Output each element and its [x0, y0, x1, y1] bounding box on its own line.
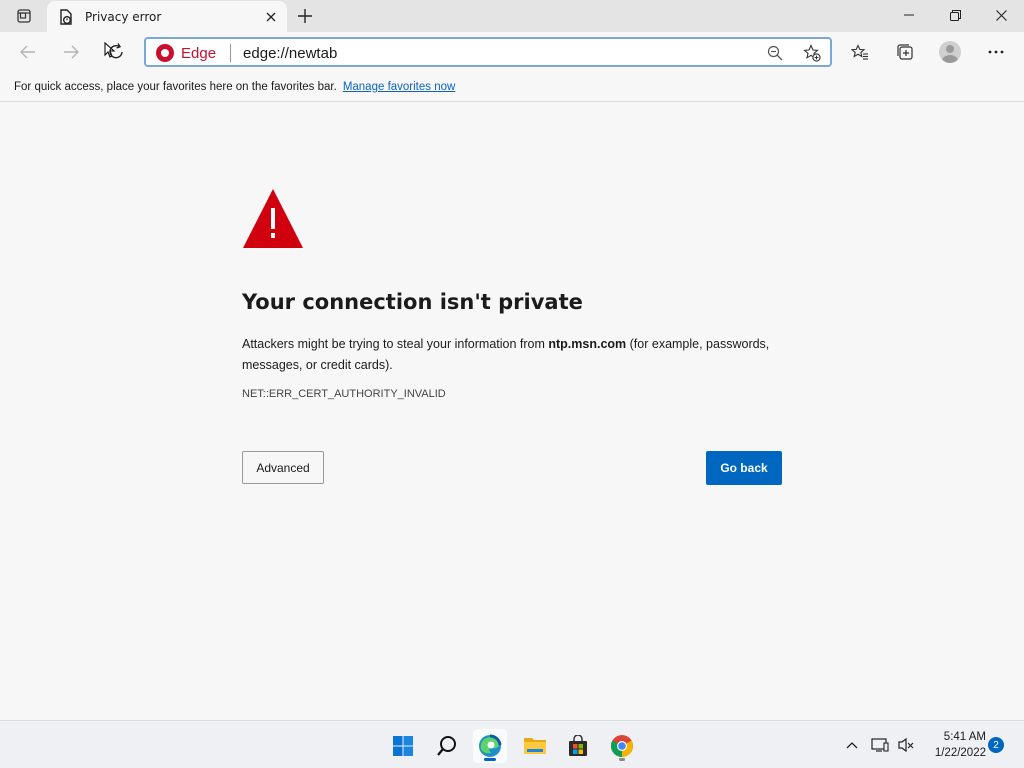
network-icon[interactable]	[870, 734, 890, 756]
go-back-button[interactable]: Go back	[706, 451, 782, 485]
clock-date: 1/22/2022	[934, 747, 986, 759]
store-icon[interactable]	[561, 729, 595, 763]
favorites-bar-message: For quick access, place your favorites h…	[14, 80, 337, 93]
edge-logo-icon	[156, 44, 174, 62]
back-icon[interactable]	[12, 36, 44, 68]
chevron-up-icon[interactable]	[842, 734, 862, 756]
site-chip[interactable]: Edge	[156, 44, 216, 62]
refresh-icon[interactable]	[97, 36, 129, 68]
avatar-icon	[939, 41, 961, 63]
manage-favorites-link[interactable]: Manage favorites now	[343, 81, 456, 93]
close-window-icon[interactable]	[978, 0, 1024, 30]
tab-title: Privacy error	[85, 9, 162, 24]
clock-time: 5:41 AM	[943, 731, 986, 743]
zoom-out-icon[interactable]	[764, 42, 786, 64]
chrome-icon[interactable]	[605, 729, 639, 763]
new-tab-icon[interactable]	[292, 4, 318, 28]
tab-actions-icon[interactable]	[8, 4, 40, 28]
collections-icon[interactable]	[889, 36, 921, 68]
add-favorite-icon[interactable]	[801, 42, 823, 64]
address-bar[interactable]: Edge edge://newtab	[144, 37, 832, 67]
edge-icon[interactable]	[473, 729, 507, 763]
omnibox-divider	[230, 44, 232, 62]
close-tab-icon[interactable]	[259, 5, 283, 29]
file-explorer-icon[interactable]	[518, 729, 552, 763]
desc-host: ntp.msn.com	[548, 337, 627, 351]
error-code[interactable]: NET::ERR_CERT_AUTHORITY_INVALID	[242, 388, 446, 400]
volume-muted-icon[interactable]	[896, 734, 916, 756]
search-icon[interactable]	[430, 729, 464, 763]
advanced-button[interactable]: Advanced	[242, 451, 324, 484]
more-menu-icon[interactable]	[980, 36, 1012, 68]
running-app-indicator	[619, 758, 625, 761]
url-text[interactable]: edge://newtab	[243, 45, 337, 62]
page-title: Your connection isn't private	[242, 290, 583, 314]
taskbar: 5:41 AM 1/22/2022	[0, 720, 1024, 768]
document-warning-icon	[59, 8, 75, 25]
title-bar: Privacy error	[0, 0, 1024, 32]
site-chip-label: Edge	[181, 44, 217, 62]
start-icon[interactable]	[386, 729, 420, 763]
profile-avatar[interactable]	[934, 36, 966, 68]
desc-before: Attackers might be trying to steal your …	[242, 337, 549, 351]
error-description: Attackers might be trying to steal your …	[242, 334, 787, 376]
minimize-icon[interactable]	[886, 0, 932, 30]
favorites-icon[interactable]	[844, 36, 876, 68]
warning-icon	[243, 189, 303, 248]
active-app-indicator	[484, 758, 496, 761]
error-page	[0, 103, 1024, 720]
notification-badge[interactable]: 2	[988, 737, 1004, 753]
tab-privacy-error[interactable]: Privacy error	[47, 1, 287, 32]
favorites-bar: For quick access, place your favorites h…	[0, 72, 1024, 102]
restore-icon[interactable]	[932, 0, 978, 30]
forward-icon[interactable]	[55, 36, 87, 68]
system-clock[interactable]: 5:41 AM 1/22/2022	[920, 729, 986, 761]
